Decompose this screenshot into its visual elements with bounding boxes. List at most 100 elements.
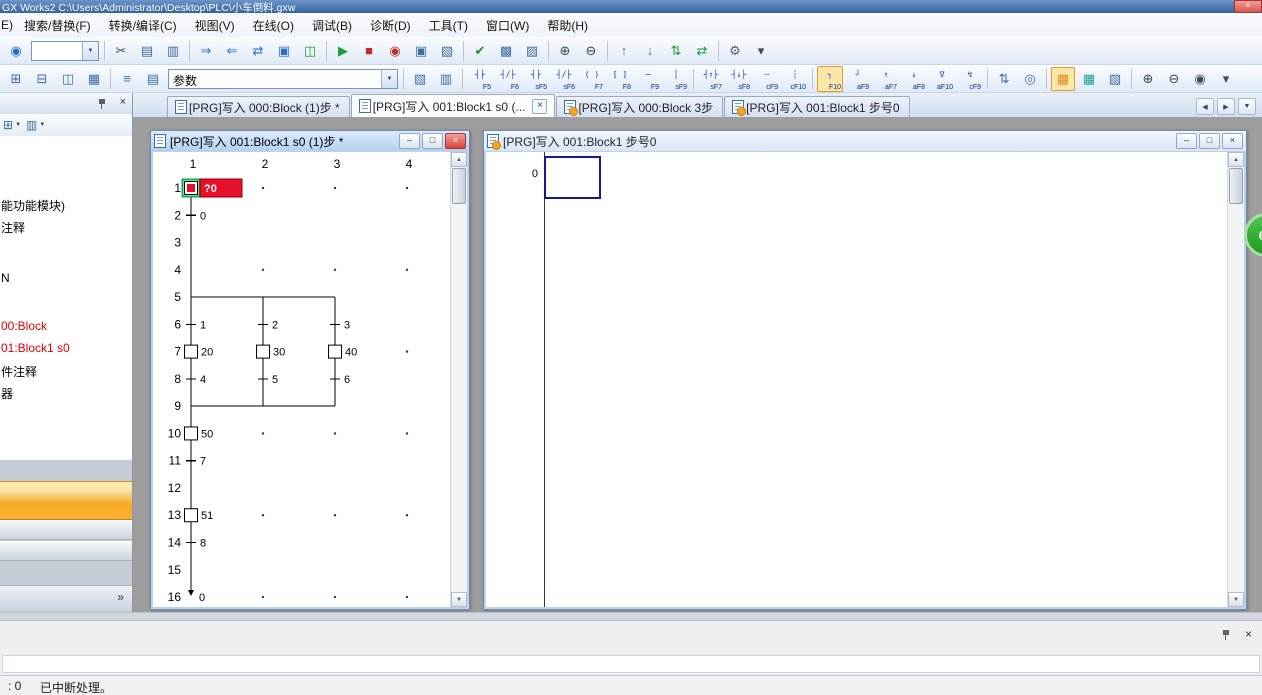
window-split-button[interactable]: ⊟ (30, 67, 54, 91)
device-find-button[interactable]: ◉ (1188, 67, 1212, 91)
menu-item-6[interactable]: 诊断(D) (361, 14, 420, 37)
tab-menu-icon[interactable]: ▼ (1238, 98, 1256, 115)
vertical-line-button[interactable]: │sF9 (663, 66, 689, 92)
parameter-check-button[interactable]: ≡ (115, 67, 139, 91)
horizontal-line-button[interactable]: ─F9 (635, 66, 661, 92)
copy-button[interactable]: ▤ (135, 39, 159, 63)
zoom-out-button[interactable]: ⊖ (579, 39, 603, 63)
open-branch-button[interactable]: ┤├sF5 (523, 66, 549, 92)
dock-close-icon[interactable]: × (1245, 627, 1252, 641)
read-mode-button[interactable]: ▧ (435, 39, 459, 63)
read-from-plc-button[interactable]: ⇐ (220, 39, 244, 63)
monitor-stop-button[interactable]: ■ (357, 39, 381, 63)
close-button[interactable]: × (1222, 133, 1243, 149)
tree-item-4[interactable]: 00:Block (1, 319, 47, 333)
cut-button[interactable]: ✂ (109, 39, 133, 63)
menu-item-9[interactable]: 帮助(H) (538, 14, 597, 37)
line-delete-button[interactable]: ┘aF9 (845, 66, 871, 92)
toolbar-overflow-button[interactable]: ▾ (749, 39, 773, 63)
scroll-down-icon[interactable]: ▼ (1228, 592, 1244, 607)
tab-document-3[interactable]: [PRG]写入 000:Block 3步 (556, 96, 723, 117)
menu-item-7[interactable]: 工具(T) (420, 14, 477, 37)
ladder-window-titlebar[interactable]: [PRG]写入 001:Block1 步号0 – □ × (484, 131, 1246, 151)
sfc-step-symbol[interactable] (185, 345, 198, 358)
window-select-combo[interactable]: ▼ (31, 41, 99, 61)
monitor-start-button[interactable]: ▶ (331, 39, 355, 63)
block-jump-button[interactable]: ⇄ (690, 39, 714, 63)
program-check-button[interactable]: ✔ (468, 39, 492, 63)
menu-item-edit-partial[interactable]: E) (0, 15, 15, 35)
sfc-step-symbol[interactable] (329, 345, 342, 358)
window-grid-button[interactable]: ▦ (82, 67, 106, 91)
sfc-vertical-scrollbar[interactable]: ▲ ▼ (450, 152, 467, 607)
window-close-button[interactable]: × (1234, 0, 1262, 13)
rising-edge-or-button[interactable]: ↑aF7 (873, 66, 899, 92)
instruction-sort-button[interactable]: ⇅ (992, 67, 1016, 91)
window-new-button[interactable]: ⊞ (4, 67, 28, 91)
target-combo[interactable]: 参数▼ (168, 69, 398, 89)
tree-item-7[interactable]: 器 (1, 385, 13, 402)
monitor-start-all-button[interactable]: ◫ (298, 39, 322, 63)
ladder-vertical-scrollbar[interactable]: ▲ ▼ (1227, 152, 1244, 607)
operation-result-button[interactable]: ↯cF9 (957, 66, 983, 92)
sfc-window-titlebar[interactable]: [PRG]写入 001:Block1 s0 (1)步 * – □ × (151, 131, 469, 151)
minimize-button[interactable]: – (1176, 133, 1197, 149)
remote-operation-button[interactable]: ▣ (272, 39, 296, 63)
menu-item-5[interactable]: 调试(B) (303, 14, 361, 37)
zoom-out-editor-button[interactable]: ⊖ (1162, 67, 1186, 91)
close-button[interactable]: × (445, 133, 466, 149)
delete-vertical-line-button[interactable]: ┆cF10 (782, 66, 808, 92)
build-button[interactable]: ▩ (494, 39, 518, 63)
tab-document-1[interactable]: [PRG]写入 000:Block (1)步 * (167, 96, 350, 117)
delete-horizontal-line-button[interactable]: ┄cF9 (754, 66, 780, 92)
monitor-write-mode-button[interactable]: ▣ (409, 39, 433, 63)
title-bar[interactable]: GX Works2 C:\Users\Administrator\Desktop… (0, 0, 1262, 13)
tree-item-2[interactable]: 注释 (1, 219, 25, 236)
scrollbar-thumb[interactable] (452, 168, 466, 204)
sfc-edit-mode-button[interactable]: ▦ (1077, 67, 1101, 91)
navigation-close-icon[interactable]: × (120, 96, 126, 108)
ladder-edit-cursor[interactable] (544, 156, 601, 199)
sort-order-button[interactable]: ▥▼ (26, 118, 45, 132)
device-display-button[interactable]: ▧ (408, 67, 432, 91)
minimize-button[interactable]: – (399, 133, 420, 149)
menu-item-3[interactable]: 视图(V) (186, 14, 244, 37)
tab-document-2[interactable]: [PRG]写入 001:Block1 s0 (...× (351, 94, 556, 117)
rebuild-all-button[interactable]: ▨ (520, 39, 544, 63)
menu-item-1[interactable]: 搜索/替换(F) (15, 14, 100, 37)
comment-display-button[interactable]: ▥ (434, 67, 458, 91)
menu-item-4[interactable]: 在线(O) (244, 14, 303, 37)
zoom-in-editor-button[interactable]: ⊕ (1136, 67, 1160, 91)
verify-with-plc-button[interactable]: ⇄ (246, 39, 270, 63)
menu-item-2[interactable]: 转换/编译(C) (100, 14, 186, 37)
tab-close-icon[interactable]: × (532, 99, 547, 114)
write-to-plc-button[interactable]: ⇒ (194, 39, 218, 63)
zoom-in-button[interactable]: ⊕ (553, 39, 577, 63)
falling-edge-or-button[interactable]: ↓aF8 (901, 66, 927, 92)
tree-item-3[interactable]: N (1, 271, 10, 285)
menu-item-8[interactable]: 窗口(W) (477, 14, 538, 37)
sfc-step-symbol[interactable] (257, 345, 270, 358)
step-jump-button[interactable]: ⇅ (664, 39, 688, 63)
rising-pulse-button[interactable]: ┤↑├sF7 (698, 66, 724, 92)
tree-item-1[interactable]: 能功能模块) (1, 197, 65, 214)
cross-reference-button[interactable]: ◎ (1018, 67, 1042, 91)
window-tile-button[interactable]: ◫ (56, 67, 80, 91)
open-contact-button[interactable]: ┤├F5 (467, 66, 493, 92)
pulse-contact-button[interactable]: ∇aF10 (929, 66, 955, 92)
line-write-button[interactable]: ┐F10 (817, 66, 843, 92)
nav-project-button[interactable] (0, 481, 132, 520)
tree-item-6[interactable]: 件注释 (1, 363, 37, 380)
scroll-up-icon[interactable]: ▲ (451, 152, 467, 167)
scroll-down-icon[interactable]: ▼ (451, 592, 467, 607)
closed-contact-button[interactable]: ┤/├F6 (495, 66, 521, 92)
restore-button[interactable]: □ (422, 133, 443, 149)
tree-item-5[interactable]: 01:Block1 s0 (1, 341, 70, 355)
options-button[interactable]: ⚙ (723, 39, 747, 63)
coil-button[interactable]: ( )F7 (579, 66, 605, 92)
paste-button[interactable]: ▥ (161, 39, 185, 63)
ladder-editor-canvas[interactable]: 0 ▲ ▼ (486, 152, 1244, 607)
horizontal-splitter[interactable] (0, 612, 1262, 620)
sfc-editor-canvas[interactable]: 123412345678910111213141516?001232030404… (153, 152, 467, 607)
nav-user-library-button[interactable] (0, 520, 132, 540)
